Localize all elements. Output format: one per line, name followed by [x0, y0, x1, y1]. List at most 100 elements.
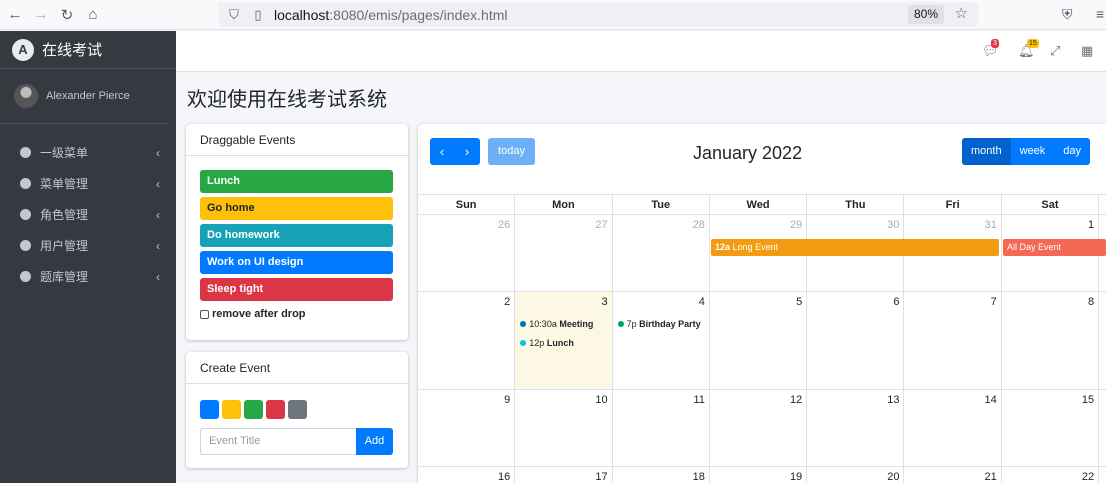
brand-link[interactable]: A 在线考试 — [0, 31, 176, 69]
day-number[interactable]: 9 — [504, 394, 510, 406]
url-text[interactable]: localhost:8080/emis/pages/index.html — [274, 7, 507, 23]
event-title-input[interactable]: Event Title — [200, 428, 357, 455]
day-number[interactable]: 12 — [790, 394, 802, 406]
hamburger-menu-icon[interactable]: ≡ — [1096, 6, 1104, 22]
day-cell[interactable]: 14 — [904, 390, 1002, 466]
external-event-sleep[interactable]: Sleep tight — [200, 278, 393, 301]
color-swatch-red[interactable] — [266, 400, 285, 419]
event-all-day[interactable]: All Day Event — [1003, 239, 1106, 256]
sidebar-item-level1[interactable]: 一级菜单 ‹ — [0, 137, 176, 168]
day-number[interactable]: 26 — [498, 219, 510, 231]
day-number[interactable]: 13 — [887, 394, 899, 406]
day-number[interactable]: 31 — [985, 219, 997, 231]
day-number[interactable]: 21 — [985, 471, 997, 483]
reload-icon[interactable]: ↻ — [56, 6, 78, 24]
bell-icon[interactable]: 🔔︎ 15 — [1018, 39, 1039, 59]
day-cell-today[interactable]: 3 10:30a Meeting 12p Lunch — [515, 292, 613, 389]
back-icon[interactable]: ← — [4, 6, 26, 23]
day-cell[interactable]: 16 — [418, 467, 516, 483]
day-number[interactable]: 1 — [1088, 219, 1094, 231]
color-swatch-blue[interactable] — [200, 400, 219, 419]
day-number[interactable]: 10 — [595, 394, 607, 406]
bookmark-star-icon[interactable]: ☆ — [955, 4, 968, 22]
forward-icon[interactable]: → — [30, 6, 52, 23]
external-event-homework[interactable]: Do homework — [200, 224, 393, 247]
fullscreen-icon[interactable]: ⤢ — [1050, 43, 1060, 59]
day-cell[interactable]: 6 — [807, 292, 905, 389]
day-cell[interactable]: 18 — [613, 467, 710, 483]
day-cell[interactable]: 4 7p Birthday Party — [613, 292, 710, 389]
sidebar-item-menu-management[interactable]: 菜单管理 ‹ — [0, 168, 176, 199]
today-button[interactable]: today — [488, 138, 535, 165]
external-event-ui-design[interactable]: Work on UI design — [200, 251, 393, 274]
day-cell[interactable]: 13 — [807, 390, 905, 466]
sidebar-item-question-bank[interactable]: 题库管理 ‹ — [0, 261, 176, 292]
day-cell[interactable]: 9 — [418, 390, 516, 466]
color-swatch-green[interactable] — [244, 400, 263, 419]
day-number[interactable]: 30 — [887, 219, 899, 231]
day-cell[interactable]: 20 — [807, 467, 905, 483]
day-cell[interactable]: 7 — [904, 292, 1002, 389]
address-bar[interactable]: ⛉ ▯ localhost:8080/emis/pages/index.html… — [218, 2, 978, 27]
shield-icon[interactable]: ⛉ — [226, 7, 242, 23]
day-number[interactable]: 2 — [504, 296, 510, 308]
day-cell[interactable]: 22 — [1002, 467, 1100, 483]
user-panel[interactable]: Alexander Pierce — [0, 69, 168, 124]
grid-icon[interactable]: ▦ — [1081, 43, 1093, 59]
pocket-icon[interactable]: ⛨ — [1062, 6, 1073, 23]
checkbox-icon[interactable] — [200, 309, 209, 319]
view-month-button[interactable]: month — [962, 138, 1011, 165]
day-cell[interactable]: 10 — [515, 390, 613, 466]
day-cell[interactable]: 11 — [613, 390, 710, 466]
home-icon[interactable]: ⌂ — [82, 6, 104, 23]
sidebar-item-user-management[interactable]: 用户管理 ‹ — [0, 230, 176, 261]
day-cell[interactable]: 2 — [418, 292, 516, 389]
day-cell[interactable]: 27 — [515, 215, 613, 291]
next-month-button[interactable]: › — [454, 138, 480, 165]
day-number[interactable]: 11 — [693, 394, 704, 406]
event-lunch[interactable]: 12p Lunch — [520, 338, 574, 348]
view-day-button[interactable]: day — [1054, 138, 1091, 165]
day-number[interactable]: 14 — [985, 394, 997, 406]
day-number[interactable]: 16 — [498, 471, 510, 483]
day-number[interactable]: 29 — [790, 219, 802, 231]
day-cell[interactable]: 15 — [1002, 390, 1100, 466]
add-event-button[interactable]: Add — [356, 428, 393, 455]
day-number[interactable]: 18 — [693, 471, 705, 483]
user-name[interactable]: Alexander Pierce — [46, 90, 130, 102]
zoom-level[interactable]: 80% — [907, 5, 944, 24]
view-week-button[interactable]: week — [1010, 138, 1055, 165]
day-number[interactable]: 20 — [887, 471, 899, 483]
day-number[interactable]: 3 — [601, 296, 607, 308]
event-meeting[interactable]: 10:30a Meeting — [520, 319, 593, 329]
day-number[interactable]: 7 — [991, 296, 997, 308]
day-number[interactable]: 19 — [790, 471, 802, 483]
color-swatch-gray[interactable] — [288, 400, 307, 419]
day-cell[interactable]: 12 — [710, 390, 808, 466]
prev-month-button[interactable]: ‹ — [430, 138, 454, 165]
sidebar-item-role-management[interactable]: 角色管理 ‹ — [0, 199, 176, 230]
day-cell[interactable]: 21 — [904, 467, 1002, 483]
day-cell[interactable]: 28 — [613, 215, 710, 291]
day-cell[interactable]: 17 — [515, 467, 613, 483]
day-number[interactable]: 4 — [699, 296, 705, 308]
day-cell[interactable]: 19 — [710, 467, 808, 483]
day-number[interactable]: 17 — [595, 471, 607, 483]
event-birthday-party[interactable]: 7p Birthday Party — [617, 319, 701, 329]
external-event-go-home[interactable]: Go home — [200, 197, 393, 220]
external-event-lunch[interactable]: Lunch — [200, 170, 393, 193]
day-number[interactable]: 5 — [796, 296, 802, 308]
remove-after-drop-checkbox[interactable]: remove after drop — [200, 308, 306, 320]
day-number[interactable]: 28 — [693, 219, 705, 231]
day-number[interactable]: 8 — [1088, 296, 1094, 308]
day-cell[interactable]: 26 — [418, 215, 516, 291]
messages-icon[interactable]: 💬︎ 3 — [982, 39, 999, 59]
color-swatch-yellow[interactable] — [222, 400, 241, 419]
day-cell[interactable]: 8 — [1002, 292, 1100, 389]
day-number[interactable]: 6 — [893, 296, 899, 308]
day-number[interactable]: 27 — [595, 219, 607, 231]
day-cell[interactable]: 5 — [710, 292, 808, 389]
event-long-event[interactable]: 12a Long Event — [711, 239, 999, 256]
day-number[interactable]: 22 — [1082, 471, 1094, 483]
day-number[interactable]: 15 — [1082, 394, 1094, 406]
